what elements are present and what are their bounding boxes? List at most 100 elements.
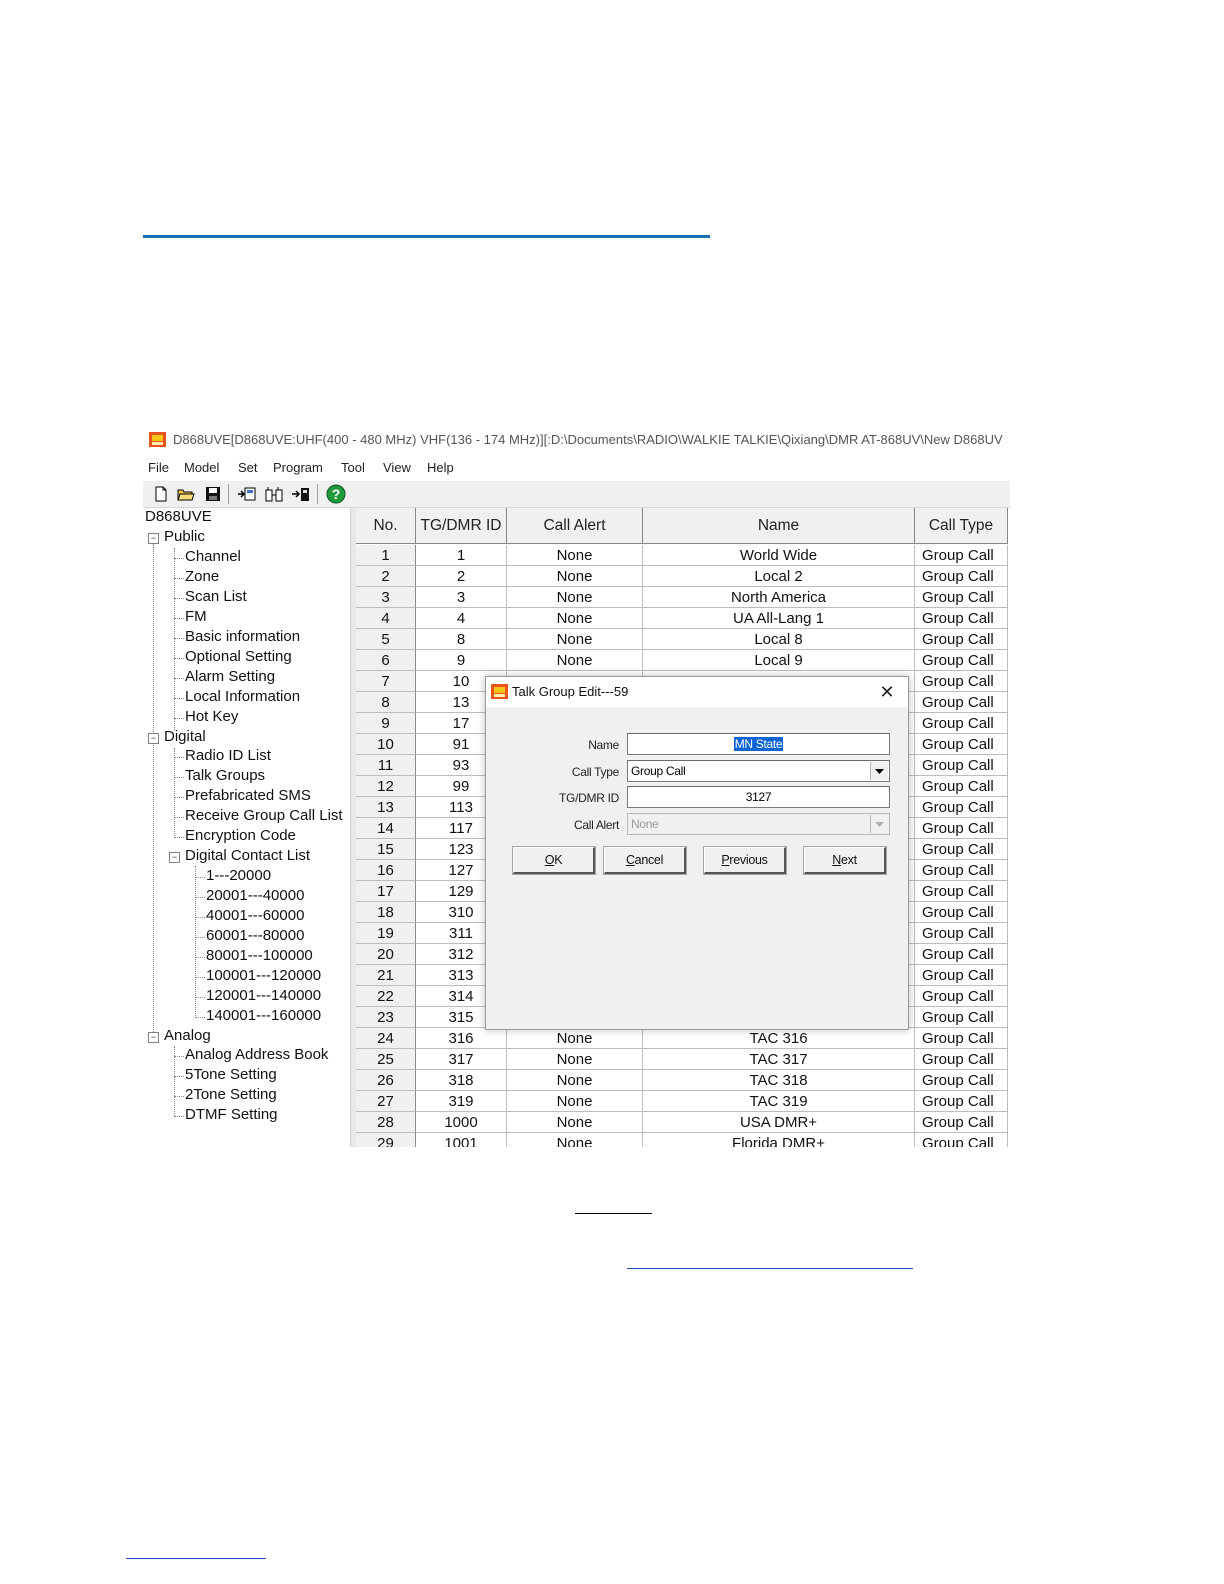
menu-set[interactable]: Set: [238, 460, 258, 475]
cell-call-type[interactable]: Group Call: [915, 986, 1008, 1007]
cell-call-type[interactable]: Group Call: [915, 734, 1008, 755]
cell-call-type[interactable]: Group Call: [915, 1007, 1008, 1028]
cell-name[interactable]: USA DMR+: [643, 1112, 915, 1133]
cell-no[interactable]: 16: [356, 860, 416, 881]
cell-call-type[interactable]: Group Call: [915, 1112, 1008, 1133]
cell-tg-dmr-id[interactable]: 1000: [416, 1112, 507, 1133]
cell-tg-dmr-id[interactable]: 317: [416, 1049, 507, 1070]
cell-call-type[interactable]: Group Call: [915, 692, 1008, 713]
help-icon[interactable]: ?: [326, 484, 346, 504]
column-header-call-alert[interactable]: Call Alert: [507, 508, 643, 544]
cell-name[interactable]: Florida DMR+: [643, 1133, 915, 1147]
cell-no[interactable]: 15: [356, 839, 416, 860]
tree-item-dtmf-setting[interactable]: DTMF Setting: [185, 1106, 278, 1123]
document-link-underline[interactable]: [126, 1558, 266, 1559]
cell-call-type[interactable]: Group Call: [915, 902, 1008, 923]
tree-item-contact-range[interactable]: 120001---140000: [206, 987, 321, 1004]
cell-no[interactable]: 13: [356, 797, 416, 818]
cell-call-alert[interactable]: None: [507, 1070, 643, 1091]
cell-name[interactable]: North America: [643, 587, 915, 608]
tree-item-alarm-setting[interactable]: Alarm Setting: [185, 668, 275, 685]
cell-call-type[interactable]: Group Call: [915, 566, 1008, 587]
name-field[interactable]: MN State: [627, 733, 890, 755]
open-folder-icon[interactable]: [176, 484, 196, 504]
tg-dmr-id-field[interactable]: 3127: [627, 786, 890, 808]
tree-item-encryption-code[interactable]: Encryption Code: [185, 827, 296, 844]
cell-no[interactable]: 6: [356, 650, 416, 671]
tree-item-local-information[interactable]: Local Information: [185, 688, 300, 705]
call-type-select[interactable]: Group Call: [627, 760, 890, 782]
cell-call-type[interactable]: Group Call: [915, 1133, 1008, 1147]
read-from-radio-icon[interactable]: [237, 484, 257, 504]
cell-no[interactable]: 2: [356, 566, 416, 587]
cell-call-type[interactable]: Group Call: [915, 923, 1008, 944]
cell-name[interactable]: TAC 319: [643, 1091, 915, 1112]
close-icon[interactable]: ✕: [876, 681, 898, 703]
cell-no[interactable]: 28: [356, 1112, 416, 1133]
cell-no[interactable]: 14: [356, 818, 416, 839]
cell-tg-dmr-id[interactable]: 318: [416, 1070, 507, 1091]
cell-no[interactable]: 1: [356, 545, 416, 566]
collapse-icon[interactable]: −: [169, 852, 180, 863]
tree-item-radio-id-list[interactable]: Radio ID List: [185, 747, 271, 764]
new-file-icon[interactable]: [151, 484, 171, 504]
cell-call-type[interactable]: Group Call: [915, 1028, 1008, 1049]
cell-name[interactable]: TAC 318: [643, 1070, 915, 1091]
cell-no[interactable]: 18: [356, 902, 416, 923]
next-button[interactable]: Next: [804, 847, 886, 874]
tree-item-contact-range[interactable]: 20001---40000: [206, 887, 304, 904]
cell-call-type[interactable]: Group Call: [915, 818, 1008, 839]
cell-no[interactable]: 21: [356, 965, 416, 986]
cell-no[interactable]: 4: [356, 608, 416, 629]
cell-tg-dmr-id[interactable]: 1001: [416, 1133, 507, 1147]
cell-tg-dmr-id[interactable]: 2: [416, 566, 507, 587]
cell-no[interactable]: 24: [356, 1028, 416, 1049]
tree-item-contact-range[interactable]: 60001---80000: [206, 927, 304, 944]
tree-group-public[interactable]: Public: [164, 528, 205, 545]
cell-call-alert[interactable]: None: [507, 545, 643, 566]
cell-name[interactable]: Local 9: [643, 650, 915, 671]
ok-button[interactable]: OK: [513, 847, 595, 874]
cell-no[interactable]: 27: [356, 1091, 416, 1112]
column-header-call-type[interactable]: Call Type: [915, 508, 1008, 544]
cell-name[interactable]: Local 8: [643, 629, 915, 650]
tree-item-scan-list[interactable]: Scan List: [185, 588, 247, 605]
menu-tool[interactable]: Tool: [341, 460, 365, 475]
cancel-button[interactable]: Cancel: [604, 847, 686, 874]
cell-tg-dmr-id[interactable]: 4: [416, 608, 507, 629]
tree-item-basic-information[interactable]: Basic information: [185, 628, 300, 645]
cell-call-alert[interactable]: None: [507, 1049, 643, 1070]
cell-tg-dmr-id[interactable]: 8: [416, 629, 507, 650]
menu-file[interactable]: File: [148, 460, 169, 475]
tree-item-channel[interactable]: Channel: [185, 548, 241, 565]
cell-call-alert[interactable]: None: [507, 1112, 643, 1133]
tree-item-2tone-setting[interactable]: 2Tone Setting: [185, 1086, 277, 1103]
cell-name[interactable]: TAC 317: [643, 1049, 915, 1070]
menu-help[interactable]: Help: [427, 460, 454, 475]
cell-no[interactable]: 29: [356, 1133, 416, 1147]
collapse-icon[interactable]: −: [148, 1032, 159, 1043]
cell-call-type[interactable]: Group Call: [915, 944, 1008, 965]
cell-tg-dmr-id[interactable]: 316: [416, 1028, 507, 1049]
tree-item-contact-range[interactable]: 140001---160000: [206, 1007, 321, 1024]
cell-call-type[interactable]: Group Call: [915, 1070, 1008, 1091]
cell-call-type[interactable]: Group Call: [915, 713, 1008, 734]
tree-item-contact-range[interactable]: 1---20000: [206, 867, 271, 884]
column-header-name[interactable]: Name: [643, 508, 915, 544]
cell-call-alert[interactable]: None: [507, 587, 643, 608]
cell-call-type[interactable]: Group Call: [915, 608, 1008, 629]
cell-no[interactable]: 22: [356, 986, 416, 1007]
cell-call-alert[interactable]: None: [507, 1028, 643, 1049]
cell-call-type[interactable]: Group Call: [915, 776, 1008, 797]
radio-settings-icon[interactable]: [264, 484, 284, 504]
cell-no[interactable]: 17: [356, 881, 416, 902]
tree-item-contact-range[interactable]: 80001---100000: [206, 947, 313, 964]
cell-name[interactable]: World Wide: [643, 545, 915, 566]
cell-no[interactable]: 19: [356, 923, 416, 944]
cell-no[interactable]: 8: [356, 692, 416, 713]
cell-no[interactable]: 7: [356, 671, 416, 692]
cell-call-alert[interactable]: None: [507, 1133, 643, 1147]
column-header-tg-dmr-id[interactable]: TG/DMR ID: [416, 508, 507, 544]
cell-tg-dmr-id[interactable]: 319: [416, 1091, 507, 1112]
previous-button[interactable]: Previous: [704, 847, 786, 874]
